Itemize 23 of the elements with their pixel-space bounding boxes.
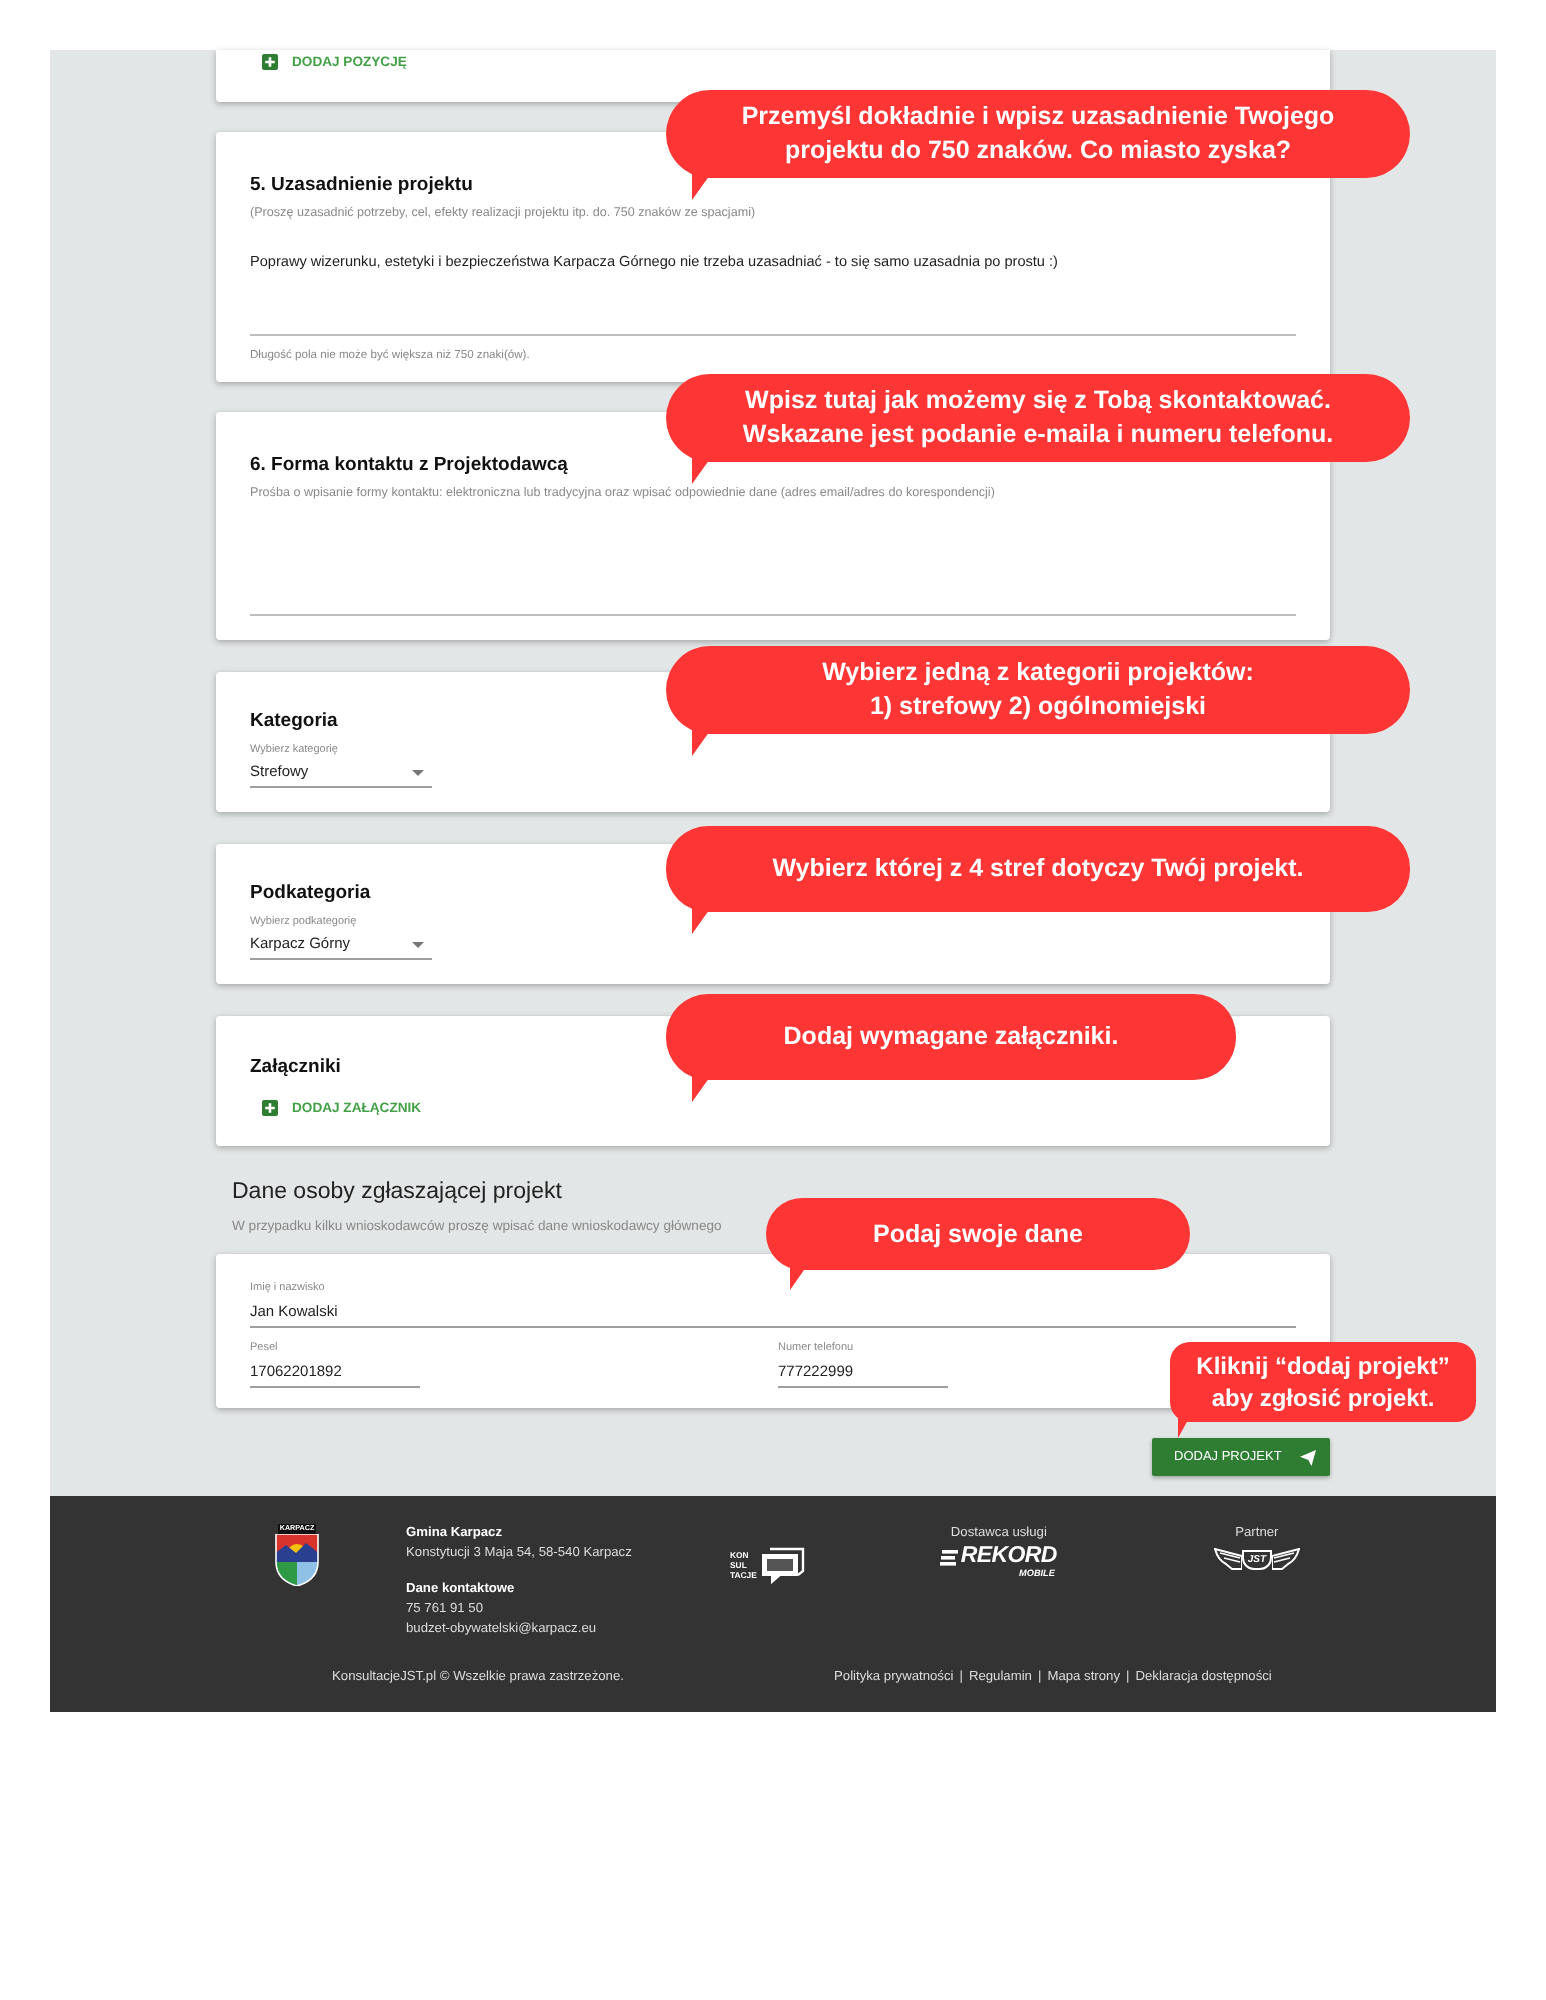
logo-text: REKORD xyxy=(960,1546,1057,1568)
section-title: Załączniki xyxy=(250,1056,341,1080)
callout-bubble: Wybierz jedną z kategorii projektów: 1) strefowy 2) ogólnomiejski xyxy=(666,646,1410,756)
wing-icon xyxy=(1213,1548,1242,1570)
section-heading: Dane osoby zgłaszającej projekt xyxy=(232,1178,562,1206)
section-title: Kategoria xyxy=(250,710,338,734)
wing-icon xyxy=(1272,1548,1300,1570)
speed-lines-icon xyxy=(940,1549,959,1565)
section-title: 5. Uzasadnienie projektu xyxy=(250,174,473,198)
speech-bubble-icon xyxy=(758,1546,807,1584)
caret-icon xyxy=(412,769,424,775)
section-title: 6. Forma kontaktu z Projektodawcą xyxy=(250,454,568,478)
coat-of-arms-icon xyxy=(274,1534,320,1586)
callout-bubble: Przemyśl dokładnie i wpisz uzasadnienie Twojego projektu do 750 znaków. Co miasto zyska? xyxy=(666,90,1410,200)
callout-bubble: Podaj swoje dane xyxy=(766,1198,1190,1290)
plus-icon xyxy=(262,1100,278,1116)
callout-bubble: Dodaj wymagane załączniki. xyxy=(666,994,1236,1102)
callout-bubble: Kliknij “dodaj projekt” aby zgłosić projekt. xyxy=(1170,1342,1476,1438)
callout-bubble: Wpisz tutaj jak możemy się z Tobą skontaktować. Wskazane jest podanie e-maila i numeru telefonu. xyxy=(666,374,1410,484)
send-icon xyxy=(1299,1449,1316,1465)
caret-icon xyxy=(412,941,424,947)
callout-bubble: Wybierz której z 4 stref dotyczy Twój projekt. xyxy=(666,826,1410,934)
section-title: Podkategoria xyxy=(250,882,371,906)
